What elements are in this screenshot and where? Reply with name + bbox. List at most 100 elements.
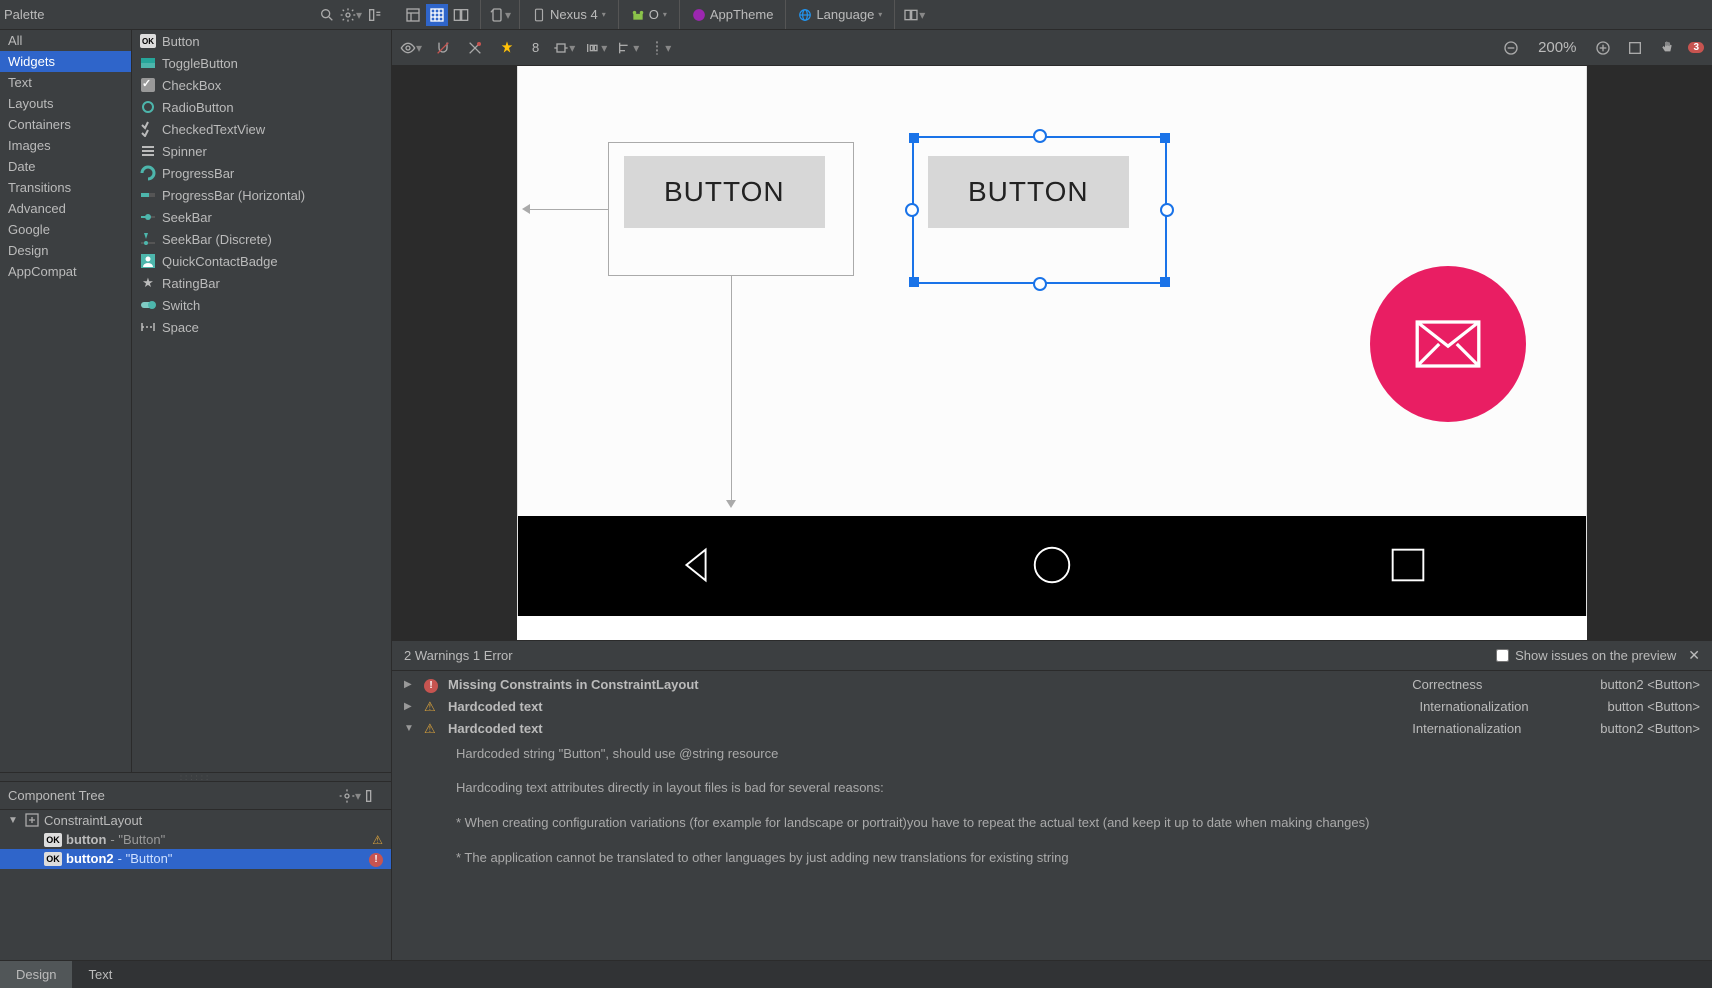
progress-h-icon	[140, 187, 156, 203]
switch-icon	[140, 297, 156, 313]
left-panel: All Widgets Text Layouts Containers Imag…	[0, 30, 392, 960]
palette-item-quickcontact[interactable]: QuickContactBadge	[132, 250, 391, 272]
palette-cat-date[interactable]: Date	[0, 156, 131, 177]
tree-child-button2[interactable]: OK button2 - "Button" !	[0, 849, 391, 869]
component-tree-header: Component Tree ▾	[0, 782, 391, 810]
palette-item-checkbox[interactable]: CheckBox	[132, 74, 391, 96]
error-icon: !	[424, 676, 440, 693]
gear-icon[interactable]: ▾	[339, 785, 361, 807]
component-tree: ▼ ConstraintLayout OK button - "Button" …	[0, 810, 391, 960]
zoom-level[interactable]: 200%	[1532, 39, 1582, 56]
palette-cat-appcompat[interactable]: AppCompat	[0, 261, 131, 282]
palette-item-spinner[interactable]: Spinner	[132, 140, 391, 162]
palette-item-progressbar[interactable]: ProgressBar	[132, 162, 391, 184]
palette-item-progressbar-h[interactable]: ProgressBar (Horizontal)	[132, 184, 391, 206]
palette-categories: All Widgets Text Layouts Containers Imag…	[0, 30, 132, 772]
palette-item-seekbar[interactable]: SeekBar	[132, 206, 391, 228]
checkbox-icon	[140, 77, 156, 93]
pan-icon[interactable]	[1656, 37, 1678, 59]
error-count-badge[interactable]: 3	[1688, 42, 1704, 53]
default-margin-value[interactable]: 8	[528, 40, 543, 55]
orientation-icon[interactable]: ▾	[489, 4, 511, 26]
palette-cat-transitions[interactable]: Transitions	[0, 177, 131, 198]
magnet-icon[interactable]	[432, 37, 454, 59]
blueprint-icon[interactable]	[426, 4, 448, 26]
align-icon[interactable]: ▾	[617, 37, 639, 59]
progress-icon	[140, 165, 156, 181]
space-icon	[140, 319, 156, 335]
design-toolbar: ▾ 8 ▾ ▾ ▾ ▾ 200% 3	[392, 30, 1712, 66]
both-surfaces-icon[interactable]	[450, 4, 472, 26]
issue-row[interactable]: ▶ ! Missing Constraints in ConstraintLay…	[392, 673, 1712, 696]
nav-recent-icon[interactable]	[1385, 542, 1431, 591]
nav-back-icon[interactable]	[673, 542, 719, 591]
palette-item-seekbar-d[interactable]: SeekBar (Discrete)	[132, 228, 391, 250]
palette-item-switch[interactable]: Switch	[132, 294, 391, 316]
search-icon[interactable]	[316, 4, 338, 26]
eye-icon[interactable]: ▾	[400, 37, 422, 59]
canvas-button1[interactable]: BUTTON	[624, 156, 825, 228]
panel-resize-grip[interactable]: ::::::	[0, 772, 391, 782]
design-canvas[interactable]: BUTTON BUTTON	[392, 66, 1712, 640]
palette-item-ratingbar[interactable]: ★RatingBar	[132, 272, 391, 294]
nav-home-icon[interactable]	[1029, 542, 1075, 591]
warning-icon: ⚠	[372, 833, 383, 847]
tab-design[interactable]: Design	[0, 961, 72, 988]
android-navbar	[517, 516, 1587, 616]
star-icon: ★	[140, 275, 156, 291]
palette-cat-layouts[interactable]: Layouts	[0, 93, 131, 114]
issue-detail: Hardcoded string "Button", should use @s…	[392, 740, 1712, 895]
palette-cat-widgets[interactable]: Widgets	[0, 51, 131, 72]
palette-item-space[interactable]: Space	[132, 316, 391, 338]
palette-cat-google[interactable]: Google	[0, 219, 131, 240]
device-selector[interactable]: Nexus 4▾	[528, 6, 610, 24]
show-issues-checkbox[interactable]: Show issues on the preview	[1496, 648, 1676, 663]
warning-icon: ⚠	[424, 699, 440, 715]
infer-constraints-icon[interactable]	[496, 37, 518, 59]
error-icon: !	[369, 851, 383, 867]
palette-cat-design[interactable]: Design	[0, 240, 131, 261]
margin-icon[interactable]: ▾	[553, 37, 575, 59]
palette-item-radiobutton[interactable]: RadioButton	[132, 96, 391, 118]
tree-child-button[interactable]: OK button - "Button" ⚠	[0, 830, 391, 849]
collapse-icon[interactable]	[364, 4, 386, 26]
constraint-layout-icon	[24, 812, 40, 828]
palette-cat-images[interactable]: Images	[0, 135, 131, 156]
button2-selection[interactable]	[912, 136, 1167, 284]
palette-cat-advanced[interactable]: Advanced	[0, 198, 131, 219]
contact-icon	[140, 253, 156, 269]
palette-cat-text[interactable]: Text	[0, 72, 131, 93]
close-icon[interactable]: ✕	[1688, 647, 1700, 664]
issues-panel: 2 Warnings 1 Error Show issues on the pr…	[392, 640, 1712, 960]
palette-item-button[interactable]: OKButton	[132, 30, 391, 52]
tree-root[interactable]: ▼ ConstraintLayout	[0, 810, 391, 830]
theme-selector[interactable]: AppTheme	[688, 7, 778, 22]
api-selector[interactable]: O▾	[627, 7, 671, 22]
locale-selector[interactable]: Language▾	[794, 7, 886, 22]
editor-tabs: Design Text	[0, 960, 1712, 988]
zoom-fit-icon[interactable]	[1624, 37, 1646, 59]
tab-text[interactable]: Text	[72, 961, 128, 988]
palette-cat-all[interactable]: All	[0, 30, 131, 51]
toggle-icon	[140, 55, 156, 71]
design-area: ▾ 8 ▾ ▾ ▾ ▾ 200% 3	[392, 30, 1712, 960]
zoom-out-icon[interactable]	[1500, 37, 1522, 59]
palette-item-togglebutton[interactable]: ToggleButton	[132, 52, 391, 74]
seekbar-icon	[140, 209, 156, 225]
spinner-icon	[140, 143, 156, 159]
checkedtext-icon	[140, 121, 156, 137]
guideline-icon[interactable]: ▾	[649, 37, 671, 59]
clear-constraints-icon[interactable]	[464, 37, 486, 59]
issue-row[interactable]: ▶ ⚠ Hardcoded text Internationalization …	[392, 696, 1712, 718]
issue-row[interactable]: ▼ ⚠ Hardcoded text Internationalization …	[392, 718, 1712, 740]
zoom-in-icon[interactable]	[1592, 37, 1614, 59]
variants-icon[interactable]: ▾	[903, 4, 925, 26]
pack-icon[interactable]: ▾	[585, 37, 607, 59]
fab-email[interactable]	[1370, 266, 1526, 422]
gear-icon[interactable]: ▾	[340, 4, 362, 26]
design-surface-icon[interactable]	[402, 4, 424, 26]
palette-cat-containers[interactable]: Containers	[0, 114, 131, 135]
palette-item-checkedtextview[interactable]: CheckedTextView	[132, 118, 391, 140]
collapse-icon[interactable]	[361, 785, 383, 807]
issues-summary: 2 Warnings 1 Error	[404, 648, 513, 663]
